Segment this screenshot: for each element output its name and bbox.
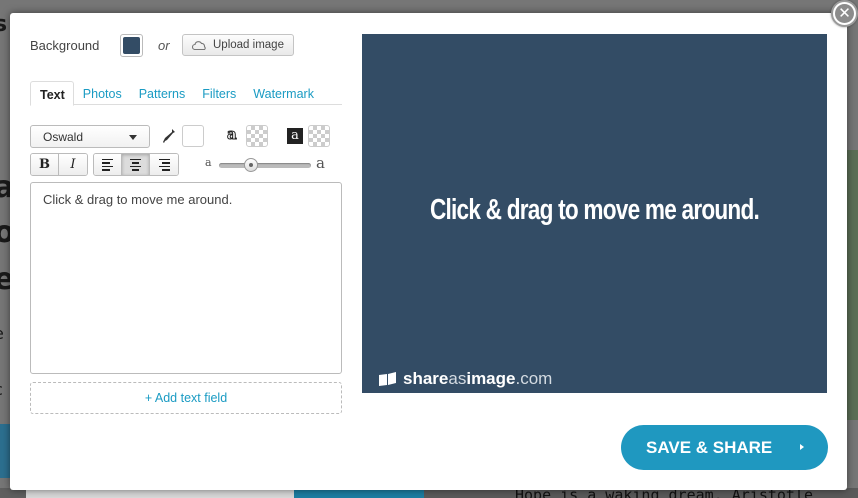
chevron-right-icon <box>800 444 804 450</box>
or-label: or <box>158 38 170 53</box>
background-color-swatch[interactable] <box>120 34 143 57</box>
dropper-icon[interactable] <box>162 128 176 144</box>
text-color-swatch[interactable] <box>182 125 204 147</box>
align-center-icon <box>130 158 141 171</box>
align-center-button[interactable] <box>122 154 150 175</box>
align-left-icon <box>102 158 113 171</box>
chevron-down-icon <box>129 135 137 140</box>
font-size-slider-thumb[interactable] <box>244 158 258 172</box>
tab-photos[interactable]: Photos <box>74 81 130 105</box>
background-label: Background <box>30 38 100 53</box>
save-and-share-label: SAVE & SHARE <box>646 437 773 457</box>
bold-button[interactable]: B <box>31 154 59 175</box>
font-select-value: Oswald <box>43 130 84 144</box>
align-left-button[interactable] <box>94 154 122 175</box>
italic-button[interactable]: I <box>59 154 87 175</box>
close-icon: ✕ <box>835 4 854 23</box>
close-button[interactable]: ✕ <box>831 0 858 27</box>
outline-color-swatch[interactable] <box>246 125 268 147</box>
tab-filters[interactable]: Filters <box>193 81 244 105</box>
preview-text[interactable]: Click & drag to move me around. <box>413 194 776 227</box>
upload-image-button[interactable]: Upload image <box>182 34 294 56</box>
image-preview[interactable]: Click & drag to move me around. shareasi… <box>362 34 827 393</box>
box-color-glyph: a <box>287 128 303 144</box>
text-input[interactable]: Click & drag to move me around. <box>30 182 342 374</box>
watermark-com: .com <box>515 369 553 388</box>
align-right-icon <box>158 158 170 171</box>
align-right-button[interactable] <box>150 154 178 175</box>
slider-max-label: a <box>316 154 325 172</box>
watermark-as: as <box>448 369 467 388</box>
upload-image-label: Upload image <box>213 39 284 51</box>
image-editor-modal: Background or Upload image Text Photos P… <box>10 13 847 490</box>
book-icon <box>379 372 396 386</box>
box-color-swatch[interactable] <box>308 125 330 147</box>
watermark-logo: shareasimage.com <box>378 369 552 389</box>
outline-color-glyph: a <box>227 125 238 144</box>
save-and-share-button[interactable]: SAVE & SHARE <box>621 425 828 470</box>
editor-tabs: Text Photos Patterns Filters Watermark <box>30 81 342 106</box>
cloud-upload-icon <box>192 40 206 50</box>
tab-watermark[interactable]: Watermark <box>244 81 322 105</box>
font-select[interactable]: Oswald <box>30 125 150 148</box>
tab-patterns[interactable]: Patterns <box>130 81 194 105</box>
text-align-group <box>93 153 179 176</box>
slider-min-label: a <box>205 156 212 169</box>
watermark-image: image <box>466 369 516 388</box>
text-style-group: B I <box>30 153 88 176</box>
watermark-share: share <box>403 369 449 388</box>
font-size-slider[interactable] <box>219 163 311 168</box>
add-text-field-button[interactable]: + Add text field <box>30 382 342 414</box>
tab-text[interactable]: Text <box>30 81 74 106</box>
